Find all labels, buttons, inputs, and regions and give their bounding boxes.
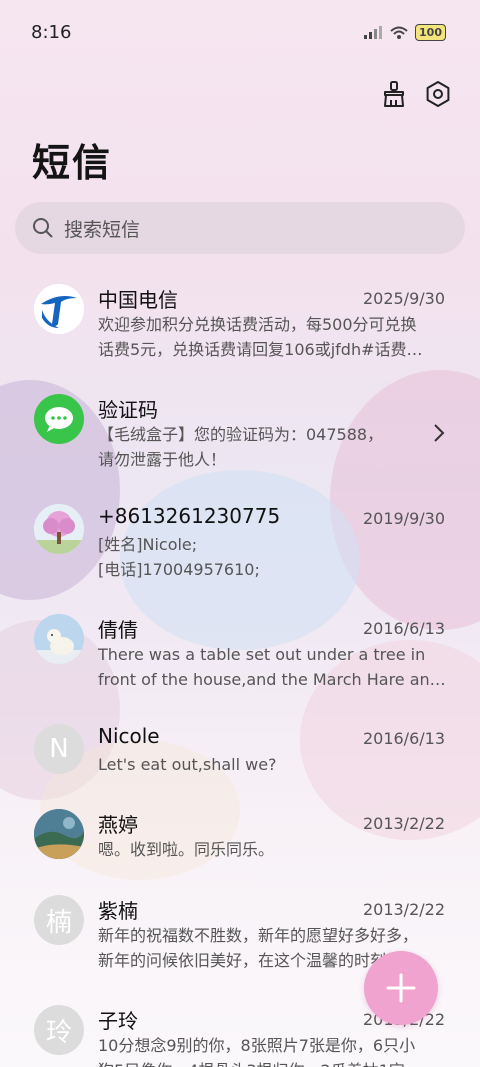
landscape-photo	[34, 809, 84, 859]
clean-button[interactable]	[378, 78, 410, 110]
thread-preview: 【毛绒盒子】您的验证码为：047588， 请勿泄露于他人！	[98, 422, 448, 472]
thread-date: 2016/6/13	[362, 729, 445, 748]
thread-name: 中国电信	[98, 288, 178, 312]
thread-preview: There was a table set out under a tree i…	[98, 642, 448, 692]
thread-preview: [姓名]Nicole; [电话]17004957610;	[98, 532, 448, 582]
preview-line: 狗5只像你，4根骨头3根归你，2瓜羞抽1定	[98, 1058, 448, 1067]
settings-button[interactable]	[422, 78, 454, 110]
thread-name: 燕婷	[98, 813, 138, 837]
thread-preview: 10分想念9别的你，8张照片7张是你，6只小 狗5只像你，4根骨头3根归你，2瓜…	[98, 1033, 448, 1067]
preview-line: 话费5元，兑换话费请回复106或jfdh#话费…	[98, 340, 423, 359]
signal-icon	[364, 25, 383, 39]
search-bar[interactable]: 搜索短信	[15, 202, 465, 254]
preview-line: 新年的祝福数不胜数，新年的愿望好多好多，	[98, 926, 419, 945]
preview-line: 10分想念9别的你，8张照片7张是你，6只小	[98, 1036, 416, 1055]
thread-name: +8613261230775	[98, 504, 281, 528]
preview-line: Let's eat out,shall we?	[98, 755, 277, 774]
settings-icon	[426, 81, 450, 107]
page-title: 短信	[32, 141, 113, 185]
thread-preview: Let's eat out,shall we?	[98, 752, 448, 777]
thread-date: 2013/2/22	[362, 900, 445, 919]
avatar	[34, 394, 84, 444]
thread-item[interactable]: +8613261230775 2019/9/30 [姓名]Nicole; [电话…	[0, 492, 480, 602]
thread-item[interactable]: 倩倩 2016/6/13 There was a table set out u…	[0, 602, 480, 712]
thread-preview: 欢迎参加积分兑换话费活动，每500分可兑换 话费5元，兑换话费请回复106或jf…	[98, 312, 448, 362]
preview-line: There was a table set out under a tree i…	[98, 645, 426, 664]
thread-date: 2025/9/30	[362, 289, 445, 308]
preview-line: front of the house,and the March Hare an…	[98, 670, 446, 689]
avatar	[34, 284, 84, 334]
preview-line: 嗯。收到啦。同乐同乐。	[98, 840, 275, 859]
tree-photo	[34, 504, 84, 554]
thread-date: 2016/6/13	[362, 619, 445, 638]
thread-item[interactable]: 中国电信 2025/9/30 欢迎参加积分兑换话费活动，每500分可兑换 话费5…	[0, 272, 480, 382]
avatar	[34, 614, 84, 664]
thread-name: 倩倩	[98, 618, 138, 642]
thread-name: Nicole	[98, 724, 160, 748]
china-telecom-logo	[34, 284, 84, 334]
avatar	[34, 809, 84, 859]
preview-line: [电话]17004957610;	[98, 560, 260, 579]
thread-item[interactable]: 验证码 【毛绒盒子】您的验证码为：047588， 请勿泄露于他人！	[0, 382, 480, 492]
thread-preview: 嗯。收到啦。同乐同乐。	[98, 837, 448, 862]
broom-icon	[384, 81, 404, 107]
chevron-right-icon[interactable]	[432, 422, 446, 444]
search-icon	[33, 218, 53, 238]
preview-line: 【毛绒盒子】您的验证码为：047588，	[98, 425, 384, 444]
preview-line: 欢迎参加积分兑换话费活动，每500分可兑换	[98, 315, 417, 334]
polar-bear-photo	[34, 614, 84, 664]
thread-date: 2019/9/30	[362, 509, 445, 528]
search-placeholder: 搜索短信	[64, 218, 141, 241]
new-message-button[interactable]	[364, 951, 438, 1025]
thread-name: 紫楠	[98, 899, 138, 923]
wifi-icon	[390, 26, 408, 39]
status-time: 8:16	[31, 22, 72, 43]
thread-date: 2013/2/22	[362, 814, 445, 833]
preview-line: [姓名]Nicole;	[98, 535, 198, 554]
plus-icon	[386, 973, 416, 1003]
status-icons: 100	[363, 24, 446, 41]
avatar: N	[34, 724, 84, 774]
avatar	[34, 504, 84, 554]
avatar: 玲	[34, 1005, 84, 1055]
preview-line: 请勿泄露于他人！	[98, 450, 227, 469]
status-bar: 8:16 100	[0, 0, 480, 68]
thread-name: 验证码	[98, 398, 158, 422]
battery-indicator: 100	[415, 24, 446, 41]
avatar: 楠	[34, 895, 84, 945]
thread-name: 子玲	[98, 1009, 138, 1033]
message-bubble-icon	[45, 407, 73, 432]
